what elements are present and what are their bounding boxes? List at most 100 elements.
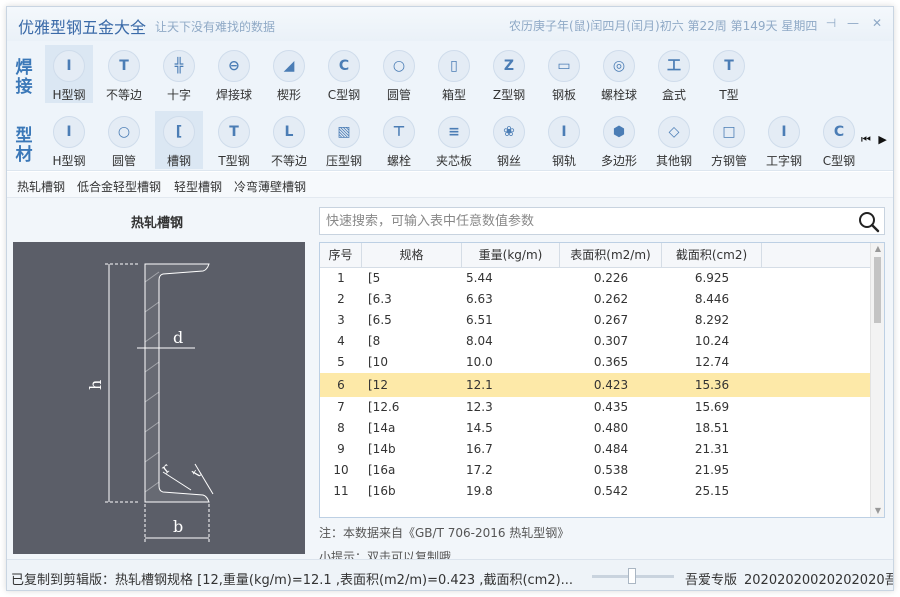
table-row[interactable]: 2 [6.3 6.63 0.262 8.446 <box>320 289 870 310</box>
search-box <box>319 207 885 235</box>
box-section-icon: ▯ <box>438 50 470 82</box>
tool-sandwich-panel[interactable]: ≡ 夹芯板 <box>430 111 478 169</box>
tool-box-type[interactable]: 工盒式 <box>650 45 698 103</box>
diagram-title: 热轧槽钢 <box>131 216 184 231</box>
table-cell: 17.2 <box>466 463 493 477</box>
tool-i-beam[interactable]: I 工字钢 <box>760 111 808 169</box>
tool-polygon[interactable]: ⬢ 多边形 <box>595 111 643 169</box>
tab-hot-rolled-channel[interactable]: 热轧槽钢 <box>17 178 65 195</box>
table-cell: 6.51 <box>466 313 493 327</box>
table-cell: 0.480 <box>593 421 629 435</box>
table-cell: 10.0 <box>466 355 493 369</box>
dim-d-label: d <box>173 328 183 347</box>
t-section-icon: T <box>713 50 745 82</box>
tool-t-steel[interactable]: T T型钢 <box>210 111 258 169</box>
square-pipe-icon: □ <box>713 116 745 148</box>
table-cell: 0.542 <box>593 484 629 498</box>
tool-steel-wire[interactable]: ❀ 钢丝 <box>485 111 533 169</box>
table-cell: 0.365 <box>593 355 629 369</box>
version-label: 20202020020202020吾爱 <box>744 573 894 588</box>
table-cell: 9 <box>337 442 345 456</box>
table-cell: 14.5 <box>466 421 493 435</box>
table-row[interactable]: 7 [12.6 12.3 0.435 15.69 <box>320 397 870 418</box>
scroll-up-icon[interactable]: ▲ <box>871 243 884 255</box>
table-cell: [16a <box>368 463 396 477</box>
scroll-thumb[interactable] <box>874 257 881 323</box>
opacity-slider[interactable] <box>592 568 674 584</box>
table-row[interactable]: 8 [14a 14.5 0.480 18.51 <box>320 418 870 439</box>
col-header-section-area[interactable]: 截面积(cm2) <box>662 243 762 268</box>
tool-bolt-ball[interactable]: ◎ 螺栓球 <box>595 45 643 103</box>
table-row[interactable]: 5 [10 10.0 0.365 12.74 <box>320 352 870 373</box>
table-row[interactable]: 4 [8 8.04 0.307 10.24 <box>320 331 870 352</box>
dim-r-label: r <box>158 460 174 477</box>
tab-cold-formed-channel[interactable]: 冷弯薄壁槽钢 <box>234 178 306 195</box>
table-cell: 8.04 <box>466 334 493 348</box>
tool-square-pipe[interactable]: □ 方钢管 <box>705 111 753 169</box>
category-toolbar: 焊 接 型 材 I H型钢 T 不等边 ╬ 十字 ⊖ 焊接球 ◢ 楔形 C C型钢 ○ 圆管 ▯ 箱型 Z Z型钢… <box>7 41 893 171</box>
col-header-weight[interactable]: 重量(kg/m) <box>462 243 560 268</box>
table-cell: 6.925 <box>694 271 730 285</box>
close-button[interactable]: ✕ <box>869 15 885 31</box>
tab-low-alloy-light-channel[interactable]: 低合金轻型槽钢 <box>77 178 161 195</box>
col-header-spec[interactable]: 规格 <box>362 243 462 268</box>
table-row[interactable]: 10 [16a 17.2 0.538 21.95 <box>320 460 870 481</box>
scroll-down-icon[interactable]: ▼ <box>871 505 884 517</box>
cross-icon: ╬ <box>163 50 195 82</box>
tool-unequal-angle[interactable]: L 不等边 <box>265 111 313 169</box>
table-cell: [10 <box>368 355 388 369</box>
table-cell: [14a <box>368 421 396 435</box>
col-header-surface-area[interactable]: 表面积(m2/m) <box>560 243 662 268</box>
toolbar-scroll-arrows[interactable]: ⏮ ▶ <box>861 133 889 147</box>
channel-section-diagram: h d b r t <box>13 242 305 554</box>
tool-steel-rail[interactable]: I 钢轨 <box>540 111 588 169</box>
table-scrollbar[interactable]: ▲ ▼ <box>870 243 884 517</box>
minimize-button[interactable]: — <box>845 15 861 31</box>
bolt-ball-icon: ◎ <box>603 50 635 82</box>
tool-steel-plate[interactable]: ▭ 钢板 <box>540 45 588 103</box>
tool-h-beam[interactable]: I H型钢 <box>45 111 93 169</box>
table-row[interactable]: 11 [16b 19.8 0.542 25.15 <box>320 481 870 502</box>
tool-round-pipe[interactable]: ○ 圆管 <box>100 111 148 169</box>
table-cell: 19.8 <box>466 484 493 498</box>
main-window: 优雅型钢五金大全 让天下没有难找的数据 农历庚子年(鼠)闰四月(闰月)初六 第2… <box>6 6 894 591</box>
col-header-index[interactable]: 序号 <box>320 243 362 268</box>
table-cell: 0.435 <box>593 400 629 414</box>
tool-other-steel[interactable]: ◇ 其他钢 <box>650 111 698 169</box>
pin-icon[interactable]: ⊣ <box>823 15 839 31</box>
table-row[interactable]: 9 [14b 16.7 0.484 21.31 <box>320 439 870 460</box>
tool-c-steel[interactable]: C C型钢 <box>320 45 368 103</box>
table-cell: 11 <box>333 484 349 498</box>
edition-label: 吾爱专版 <box>685 573 738 588</box>
tool-t-section[interactable]: T T型 <box>705 45 753 103</box>
tool-h-beam[interactable]: I H型钢 <box>45 45 93 103</box>
tool-round-pipe[interactable]: ○ 圆管 <box>375 45 423 103</box>
table-row[interactable]: 3 [6.5 6.51 0.267 8.292 <box>320 310 870 331</box>
welding-row-label: 焊 接 <box>11 59 37 97</box>
tool-bolt[interactable]: ⊤ 螺栓 <box>375 111 423 169</box>
search-icon[interactable] <box>858 211 880 233</box>
steel-wire-icon: ❀ <box>493 116 525 148</box>
tool-weld-ball[interactable]: ⊖ 焊接球 <box>210 45 258 103</box>
tool-cross[interactable]: ╬ 十字 <box>155 45 203 103</box>
content-area: 热轧槽钢 h d b r t 快速搜索，可输入表中任意数值参数 序号 规格 重量… <box>7 198 893 564</box>
table-row[interactable]: 6 [12 12.1 0.423 15.36 <box>320 373 870 397</box>
tool-c-steel[interactable]: C C型钢 <box>815 111 863 169</box>
tool-box-section[interactable]: ▯ 箱型 <box>430 45 478 103</box>
title-bar: 优雅型钢五金大全 让天下没有难找的数据 农历庚子年(鼠)闰四月(闰月)初六 第2… <box>7 7 893 41</box>
tab-light-channel[interactable]: 轻型槽钢 <box>174 178 222 195</box>
tool-channel-steel[interactable]: [槽钢 <box>155 111 203 169</box>
search-input[interactable] <box>320 208 850 234</box>
table-row[interactable]: 1 [5 5.44 0.226 6.925 <box>320 268 870 289</box>
tool-profiled-steel[interactable]: ▧ 压型钢 <box>320 111 368 169</box>
tool-wedge[interactable]: ◢ 楔形 <box>265 45 313 103</box>
table-cell: 21.31 <box>694 442 730 456</box>
polygon-icon: ⬢ <box>603 116 635 148</box>
unequal-angle-icon: L <box>273 116 305 148</box>
slider-knob[interactable] <box>628 568 636 584</box>
profile-label-char-2: 材 <box>15 145 33 165</box>
tool-unequal-weld[interactable]: T 不等边 <box>100 45 148 103</box>
weld-ball-icon: ⊖ <box>218 50 250 82</box>
tool-z-steel[interactable]: Z Z型钢 <box>485 45 533 103</box>
profile-row-label: 型 材 <box>11 127 37 165</box>
